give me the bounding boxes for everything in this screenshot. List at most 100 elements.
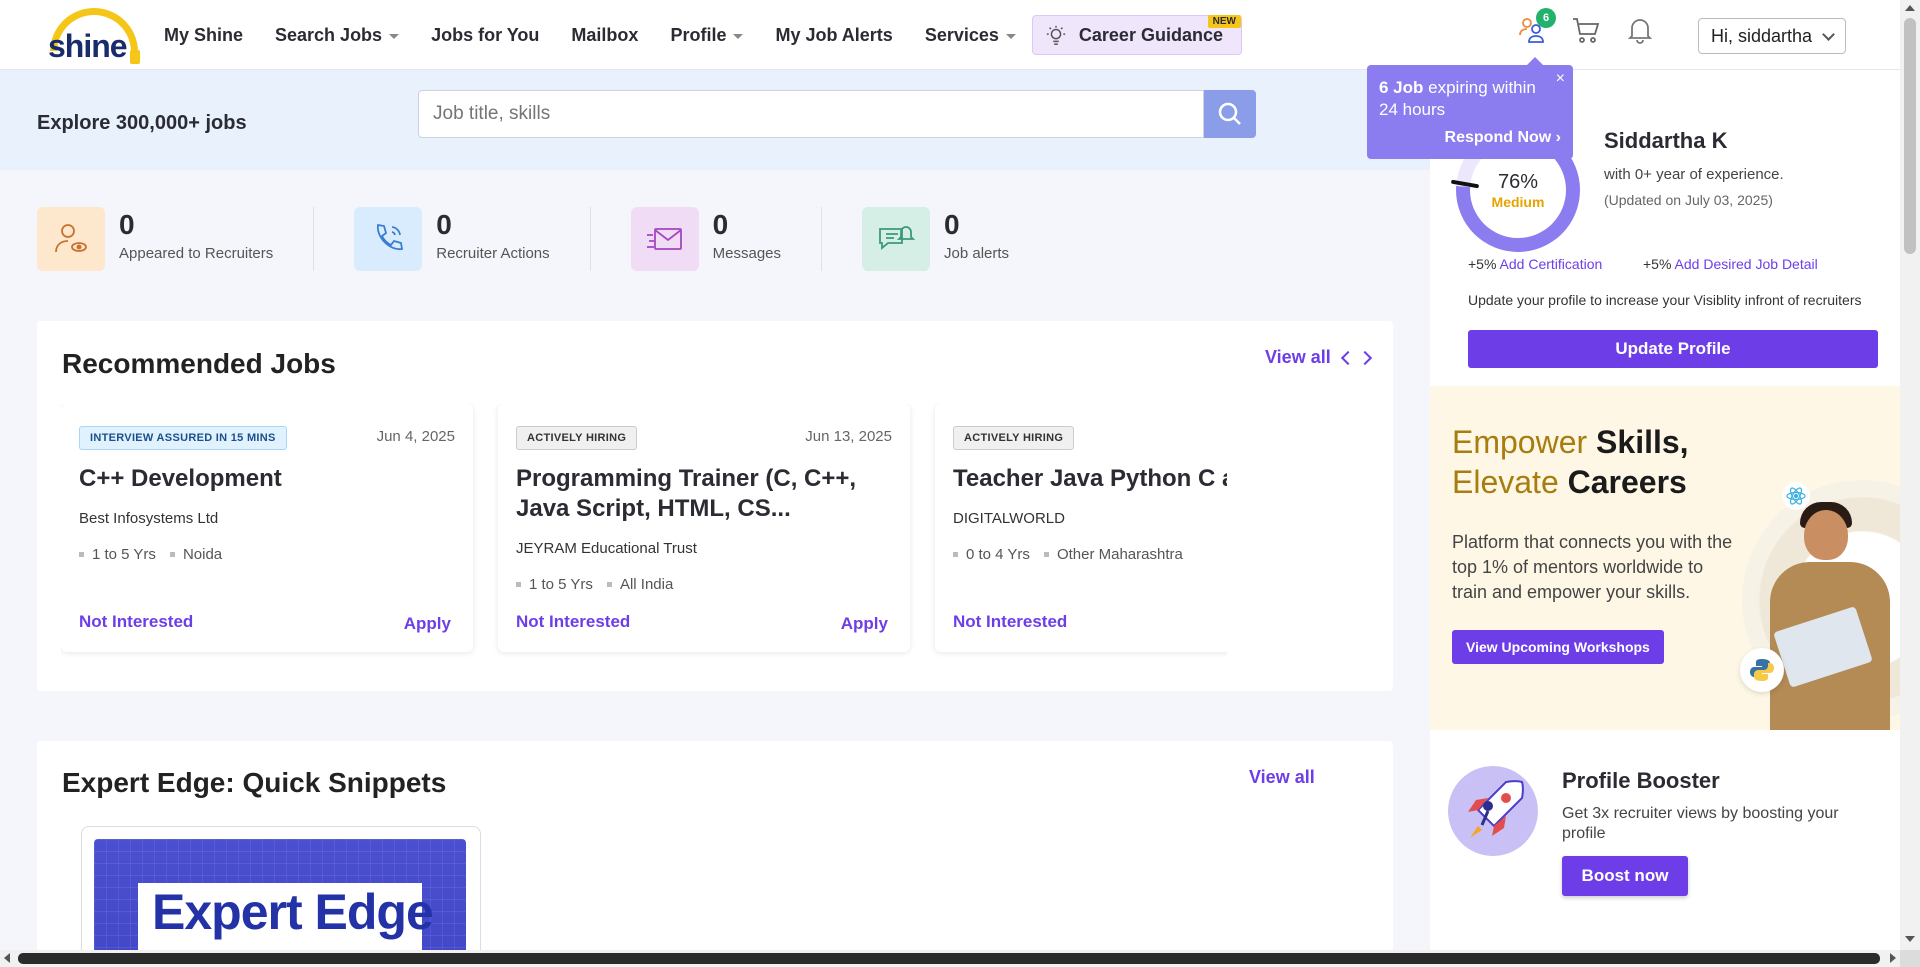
boost-now-button[interactable]: Boost now <box>1562 856 1688 896</box>
job-card[interactable]: INTERVIEW ASSURED IN 15 MINS Jun 4, 2025… <box>61 404 473 652</box>
view-workshops-button[interactable]: View Upcoming Workshops <box>1452 630 1664 664</box>
bell-icon[interactable] <box>1624 14 1656 46</box>
nav-my-shine[interactable]: My Shine <box>164 25 243 46</box>
search-input[interactable] <box>418 90 1204 138</box>
respond-now-link[interactable]: Respond Now › <box>1445 129 1561 147</box>
add-desired-job-row: +5% Add Desired Job Detail <box>1643 256 1818 272</box>
add-desired-job-link[interactable]: Add Desired Job Detail <box>1675 256 1818 272</box>
stat-label: Job alerts <box>944 245 1010 262</box>
bell-glyph-icon <box>1627 19 1653 44</box>
completion-percent: 76% <box>1497 170 1539 193</box>
search-icon <box>1218 102 1241 125</box>
scroll-thumb[interactable] <box>18 953 1880 964</box>
stat-text: 0 Messages <box>712 207 781 263</box>
scroll-thumb[interactable] <box>1904 18 1916 254</box>
scroll-down-icon[interactable] <box>1905 936 1915 942</box>
nav-label: My Job Alerts <box>775 24 893 45</box>
promo-line1-bold: Skills, <box>1596 424 1689 460</box>
person-eye-icon <box>37 207 105 271</box>
nav-jobs-for-you[interactable]: Jobs for You <box>431 25 539 46</box>
expiring-jobs-tooltip: 6 Job expiring within 24 hours Respond N… <box>1367 57 1573 159</box>
python-icon <box>1740 648 1784 692</box>
not-interested-button[interactable]: Not Interested <box>79 612 193 632</box>
user-menu-dropdown[interactable]: Hi, siddartha <box>1698 18 1846 54</box>
stat-value: 0 <box>436 209 452 240</box>
apply-button[interactable]: Apply <box>841 614 888 634</box>
nav-services[interactable]: Services <box>925 25 1016 46</box>
update-profile-button[interactable]: Update Profile <box>1468 330 1878 368</box>
cart-icon[interactable] <box>1570 14 1602 46</box>
rocket-illustration <box>1448 766 1538 856</box>
job-location: All India <box>607 576 673 593</box>
career-guidance-button[interactable]: Career Guidance NEW <box>1031 15 1242 55</box>
job-meta: 1 to 5 Yrs All India <box>516 576 687 593</box>
job-company: DIGITALWORLD <box>953 510 1065 527</box>
job-tag: ACTIVELY HIRING <box>953 426 1075 450</box>
apply-button[interactable]: Apply <box>404 614 451 634</box>
recommended-jobs-panel: Recommended Jobs View all INTERVIEW ASSU… <box>37 321 1393 691</box>
job-date: Jun 4, 2025 <box>376 428 455 445</box>
logo-dot <box>130 50 140 64</box>
divider <box>313 207 315 271</box>
tooltip-count: 6 Job <box>1379 78 1424 97</box>
vertical-scrollbar[interactable] <box>1900 0 1920 950</box>
promo-headline: Empower Skills, Elevate Careers <box>1452 422 1689 502</box>
nav-label: Jobs for You <box>431 24 540 45</box>
job-title[interactable]: C++ Development <box>79 464 459 494</box>
expert-edge-view-all-link[interactable]: View all <box>1249 767 1315 788</box>
stat-messages[interactable]: 0 Messages <box>630 207 781 271</box>
rocket-icon <box>1468 780 1524 838</box>
promo-line2-light: Elevate <box>1452 464 1568 500</box>
not-interested-button[interactable]: Not Interested <box>953 612 1067 632</box>
divider <box>589 207 591 271</box>
stat-value: 0 <box>712 209 729 240</box>
chevron-left-icon[interactable] <box>1340 350 1356 366</box>
career-guidance-label: Career Guidance <box>1078 24 1223 45</box>
job-match-icon[interactable]: 6 <box>1516 8 1556 46</box>
nav-label: Profile <box>670 24 727 45</box>
expert-edge-title: Expert Edge: Quick Snippets <box>62 767 447 798</box>
workshop-promo-banner[interactable]: Empower Skills, Elevate Careers Platform… <box>1430 386 1900 730</box>
completion-level: Medium <box>1491 193 1545 210</box>
booster-description: Get 3x recruiter views by boosting your … <box>1562 805 1839 842</box>
job-card[interactable]: ACTIVELY HIRING Teacher Java Python C an… <box>935 404 1227 652</box>
lightbulb-icon <box>1046 25 1066 45</box>
job-title[interactable]: Programming Trainer (C, C++, Java Script… <box>516 464 896 524</box>
search-button[interactable] <box>1204 90 1256 138</box>
nav-search-jobs[interactable]: Search Jobs <box>275 25 400 46</box>
alert-chat-icon <box>862 207 931 271</box>
job-company: JEYRAM Educational Trust <box>516 540 697 557</box>
scroll-right-icon[interactable] <box>1890 953 1896 963</box>
video-snippet-card[interactable]: Expert Edge <box>81 826 481 967</box>
stat-recruiter-actions[interactable]: 0 Recruiter Actions <box>354 207 550 271</box>
video-thumbnail: Expert Edge <box>94 839 466 967</box>
explore-jobs-text: Explore 300,000+ jobs <box>37 112 247 134</box>
chevron-right-icon[interactable] <box>1357 350 1373 366</box>
nav-my-job-alerts[interactable]: My Job Alerts <box>775 25 892 46</box>
job-card[interactable]: ACTIVELY HIRING Jun 13, 2025 Programming… <box>498 404 910 652</box>
not-interested-button[interactable]: Not Interested <box>516 612 630 632</box>
stats-row: 0 Appeared to Recruiters 0 Recruiter Act… <box>37 207 1009 271</box>
stat-appeared[interactable]: 0 Appeared to Recruiters <box>37 207 273 271</box>
nav-profile[interactable]: Profile <box>670 24 744 46</box>
shine-logo[interactable]: shine <box>46 6 142 66</box>
respond-now-label: Respond Now <box>1444 129 1552 146</box>
top-header: shine My Shine Search Jobs Jobs for You … <box>0 0 1900 70</box>
scroll-up-icon[interactable] <box>1905 5 1915 11</box>
scroll-left-icon[interactable] <box>4 953 10 963</box>
job-date: Jun 13, 2025 <box>805 428 892 445</box>
add-certification-link[interactable]: Add Certification <box>1500 256 1603 272</box>
promo-line2-bold: Careers <box>1567 464 1687 500</box>
stat-job-alerts[interactable]: 0 Job alerts <box>862 207 1009 271</box>
divider <box>821 207 823 271</box>
job-title[interactable]: Teacher Java Python C and <box>953 464 1227 494</box>
nav-label: Services <box>924 24 999 45</box>
horizontal-scrollbar[interactable] <box>0 950 1900 967</box>
close-icon[interactable]: × <box>1556 71 1565 87</box>
stat-value: 0 <box>119 209 135 240</box>
promo-line1-light: Empower <box>1452 424 1597 460</box>
recommended-view-all-link[interactable]: View all <box>1265 347 1331 368</box>
stat-text: 0 Appeared to Recruiters <box>119 207 273 263</box>
profile-name[interactable]: Siddartha K <box>1604 128 1727 154</box>
nav-mailbox[interactable]: Mailbox <box>571 25 638 46</box>
